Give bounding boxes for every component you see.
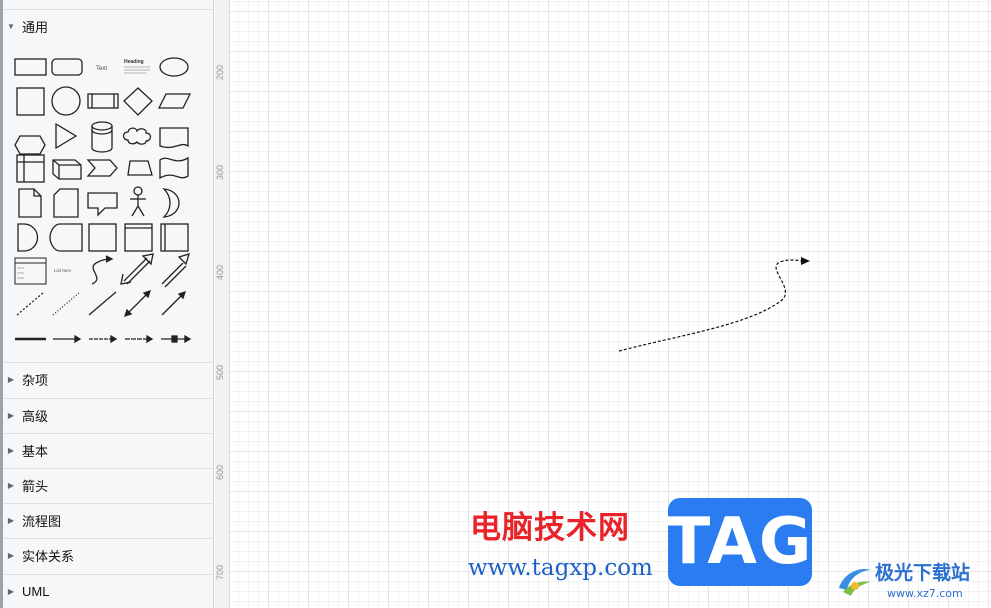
expand-arrow-icon: ▶ [7, 551, 15, 560]
section-arrows-header[interactable]: ▶ 箭头 [0, 468, 213, 502]
shape-note[interactable] [18, 188, 42, 218]
section-flowchart-header[interactable]: ▶ 流程图 [0, 503, 213, 537]
watermark-site: 极光下载站 www.xz7.com [833, 556, 991, 606]
section-advanced-header[interactable]: ▶ 高级 [0, 398, 213, 432]
expand-arrow-icon: ▶ [7, 481, 15, 490]
section-misc-header[interactable]: ▶ 杂项 [0, 362, 213, 396]
shape-or[interactable] [162, 188, 180, 218]
shape-cylinder[interactable] [91, 121, 113, 153]
section-basic-header[interactable]: ▶ 基本 [0, 433, 213, 467]
shape-card[interactable] [53, 188, 79, 218]
svg-text:Heading: Heading [124, 59, 144, 65]
shape-rounded-rectangle[interactable] [51, 58, 83, 76]
shape-trapezoid[interactable] [127, 160, 153, 176]
shape-labeled-link[interactable] [125, 334, 154, 344]
shape-circle[interactable] [51, 86, 81, 116]
collapse-arrow-icon: ▼ [7, 22, 15, 31]
ruler-tick: 600 [215, 464, 225, 480]
shape-step[interactable] [86, 159, 118, 177]
shape-callout[interactable] [87, 192, 118, 217]
expand-arrow-icon: ▶ [7, 446, 15, 455]
shape-curved-arrow[interactable] [91, 255, 114, 285]
expand-arrow-icon: ▶ [7, 516, 15, 525]
shape-ellipse[interactable] [159, 57, 189, 77]
shape-link-arrow[interactable] [53, 334, 82, 344]
shape-tape[interactable] [159, 156, 189, 180]
shape-rectangle[interactable] [14, 58, 47, 76]
expand-arrow-icon: ▶ [7, 375, 15, 384]
shape-cube[interactable] [52, 159, 82, 180]
watermark-tag-badge: TAG [667, 498, 812, 586]
shape-list-item[interactable]: List Item [54, 268, 71, 273]
watermark-url: www.tagxp.com [468, 555, 653, 581]
window-edge [0, 0, 3, 608]
shape-delay[interactable] [17, 223, 39, 252]
shape-document[interactable] [159, 127, 189, 149]
section-general-header[interactable]: ▼ 通用 [0, 9, 213, 43]
section-label: 基本 [22, 444, 49, 459]
section-label: 箭头 [22, 479, 49, 494]
shape-directional-connector[interactable] [161, 290, 187, 316]
section-label: 流程图 [22, 514, 62, 529]
shape-double-arrow[interactable] [120, 253, 154, 285]
shape-dashed-line[interactable] [16, 291, 45, 316]
section-label: 通用 [22, 20, 49, 35]
ruler-tick: 300 [215, 164, 225, 180]
watermark-site-url: www.xz7.com [887, 587, 963, 600]
curved-dashed-connector[interactable] [618, 257, 810, 352]
shape-textbox[interactable]: Heading [124, 59, 150, 74]
shape-process[interactable] [87, 93, 119, 109]
ruler-tick: 400 [215, 264, 225, 280]
shape-square[interactable] [16, 87, 45, 116]
shape-container[interactable] [124, 223, 153, 252]
ruler-tick: 500 [215, 364, 225, 380]
shape-vertical-container[interactable] [160, 223, 189, 252]
shape-text[interactable]: Text [96, 66, 107, 72]
section-label: UML [22, 584, 50, 599]
shape-dashed-link-arrow[interactable] [89, 334, 118, 344]
expand-arrow-icon: ▶ [7, 587, 15, 596]
shape-display[interactable] [49, 223, 83, 252]
section-entity-relation-header[interactable]: ▶ 实体关系 [0, 538, 213, 572]
shape-internal-storage[interactable] [16, 154, 45, 183]
shape-bidirectional-connector[interactable] [123, 289, 152, 318]
section-label: 实体关系 [22, 549, 75, 564]
ruler-tick: 200 [215, 64, 225, 80]
shape-list[interactable] [14, 257, 47, 285]
shape-diamond[interactable] [123, 87, 153, 116]
expand-arrow-icon: ▶ [7, 411, 15, 420]
section-uml-header[interactable]: ▶ UML [0, 574, 213, 608]
shape-link-with-box[interactable] [161, 334, 192, 344]
shape-cloud[interactable] [122, 127, 152, 145]
shape-sidebar: ▼ 通用 Text Heading List Item ▶ 杂项 ▶ 高级 ▶ … [0, 0, 214, 608]
watermark-brand-cn: 电脑技术网 [470, 510, 630, 546]
shape-line[interactable] [88, 291, 117, 316]
section-label: 高级 [22, 409, 49, 424]
shape-parallelogram[interactable] [157, 93, 192, 109]
section-label: 杂项 [22, 373, 49, 388]
vertical-ruler: 200 300 400 500 600 700 [215, 0, 230, 608]
ruler-tick: 700 [215, 564, 225, 580]
shape-frame[interactable] [88, 223, 117, 252]
aurora-logo-icon [839, 568, 871, 596]
shape-dotted-line[interactable] [52, 291, 81, 316]
shape-actor[interactable] [130, 186, 146, 217]
shape-arrow[interactable] [161, 253, 190, 288]
shape-hexagon[interactable] [14, 135, 46, 155]
shape-palette: Text Heading List Item [0, 44, 213, 362]
watermark-site-name: 极光下载站 [875, 562, 971, 584]
shape-triangle[interactable] [55, 122, 78, 150]
